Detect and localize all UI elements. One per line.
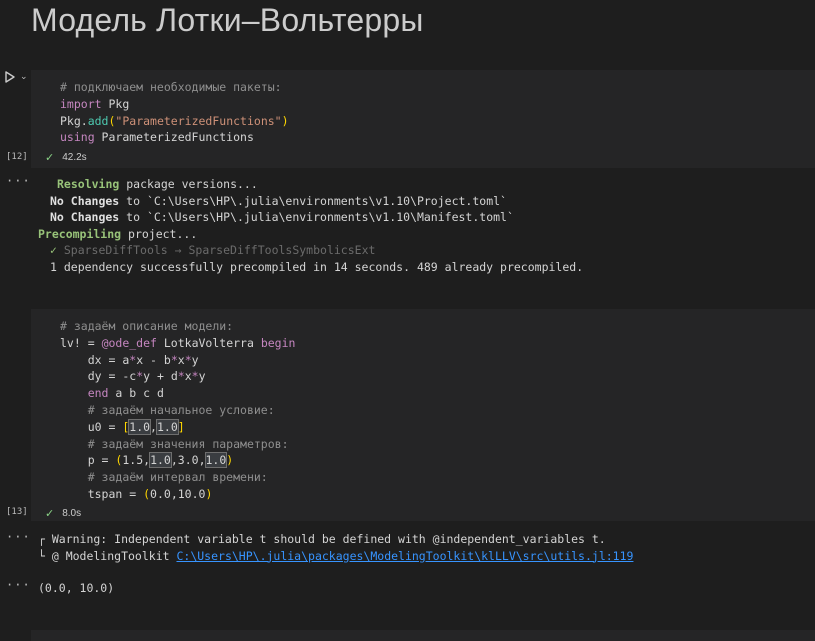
code-editor[interactable]: # задаём описание модели: lv! = @ode_def… [60, 318, 295, 503]
code-cell-3[interactable] [31, 630, 815, 641]
source-link[interactable]: C:\Users\HP\.julia\packages\ModelingTool… [176, 549, 633, 563]
check-icon: ✓ [50, 243, 57, 258]
warning-output: ┌ Warning: Independent variable t should… [38, 532, 634, 563]
cell-status: ✓ 42.2s [45, 151, 87, 164]
code-comment: # подключаем необходимые пакеты: [60, 80, 282, 94]
play-icon [5, 71, 15, 83]
output-menu-button[interactable]: ··· [6, 530, 31, 544]
chevron-down-icon[interactable]: ⌄ [20, 72, 28, 82]
run-cell-button[interactable] [3, 70, 17, 84]
output-menu-button[interactable]: ··· [6, 174, 31, 188]
code-editor[interactable]: # подключаем необходимые пакеты: import … [60, 79, 289, 146]
using-keyword: using [60, 130, 95, 145]
cell-status: ✓ 8.0s [45, 507, 81, 520]
code-cell-2[interactable]: # задаём описание модели: lv! = @ode_def… [31, 309, 815, 521]
result-output: (0.0, 10.0) [38, 581, 115, 595]
import-keyword: import [60, 96, 102, 111]
execution-count: [13] [6, 507, 28, 517]
page-title: Модель Лотки–Вольтерры [31, 2, 424, 38]
output-menu-button[interactable]: ··· [6, 578, 31, 592]
execution-count: [12] [6, 152, 28, 162]
check-icon: ✓ [45, 507, 55, 520]
cell-toolbar: ⌄ [3, 70, 28, 84]
cell-output-1: Resolving package versions... No Changes… [38, 177, 584, 274]
execution-time: 8.0s [62, 508, 82, 519]
code-cell-1[interactable]: # подключаем необходимые пакеты: import … [31, 70, 815, 168]
execution-time: 42.2s [62, 152, 87, 163]
check-icon: ✓ [45, 151, 55, 164]
